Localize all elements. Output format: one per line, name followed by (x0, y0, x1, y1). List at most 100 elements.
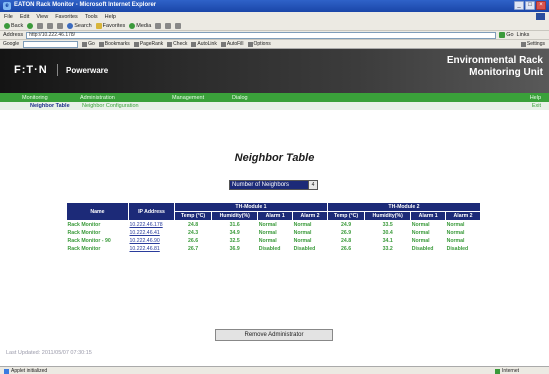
subnav-neighbor-configuration[interactable]: Neighbor Configuration (82, 103, 139, 109)
product-title: Environmental Rack Monitoring Unit (447, 55, 543, 79)
cell-alarm1-1: Normal (258, 221, 277, 228)
cell-alarm2-1: Normal (293, 221, 312, 228)
status-zone: Internet (495, 368, 519, 374)
cell-temp-2: 26.6 (341, 245, 352, 252)
menu-file[interactable]: File (4, 14, 13, 20)
google-label: Google (3, 41, 20, 47)
status-bar: Applet initialized Internet (0, 366, 549, 374)
nav-administration[interactable]: Administration (80, 95, 115, 101)
settings-icon (520, 41, 526, 47)
nav-help[interactable]: Help (530, 95, 541, 101)
print-button[interactable] (175, 22, 182, 29)
page-title: Neighbor Table (234, 152, 315, 164)
col-temp-2: Temp (°C) (326, 211, 366, 221)
col-humidity-1: Humidity(%) (211, 211, 259, 221)
cell-alarm2-2: Normal (446, 229, 465, 236)
col-alarm1-2: Alarm 1 (410, 211, 447, 221)
back-button[interactable]: Back (4, 22, 23, 29)
cell-ip-link[interactable]: 10.222.46.81 (129, 245, 175, 253)
col-humidity-2: Humidity(%) (364, 211, 412, 221)
cell-alarm1-2: Normal (411, 221, 430, 228)
go-button[interactable]: Go (499, 32, 514, 38)
spellcheck-icon (167, 41, 173, 47)
bookmark-icon (98, 41, 104, 47)
google-go-button[interactable]: Go (82, 41, 95, 47)
table-row: Rack Monitor - 90 10.222.46.90 26.6 32.5… (67, 237, 481, 245)
nav-dialog[interactable]: Dialog (232, 95, 248, 101)
pagerank-button[interactable]: PageRank (133, 41, 163, 47)
table-row: Rack Monitor 10.222.46.81 26.7 36.9 Disa… (67, 245, 481, 253)
favorites-button[interactable]: Favorites (95, 22, 126, 29)
check-button[interactable]: Check (167, 41, 187, 47)
subnav-neighbor-table[interactable]: Neighbor Table (30, 103, 70, 109)
mail-button[interactable] (165, 22, 172, 29)
cell-alarm2-2: Normal (446, 237, 465, 244)
cell-ip-link[interactable]: 10.222.46.178 (129, 221, 175, 229)
subnav-exit[interactable]: Exit (532, 103, 541, 109)
cell-humidity-2: 33.2 (382, 245, 393, 252)
product-title-line2: Monitoring Unit (469, 67, 543, 78)
options-button[interactable]: Options (247, 41, 271, 47)
nav-monitoring[interactable]: Monitoring (22, 95, 48, 101)
cell-ip-link[interactable]: 10.222.46.90 (129, 237, 175, 245)
menu-favorites[interactable]: Favorites (55, 14, 78, 20)
close-button[interactable]: × (536, 1, 546, 10)
cell-humidity-1: 32.5 (229, 237, 240, 244)
autofill-button[interactable]: AutoFill (220, 41, 244, 47)
go-label: Go (506, 32, 514, 38)
cell-ip-link[interactable]: 10.222.46.41 (129, 229, 175, 237)
cell-humidity-2: 33.5 (382, 221, 393, 228)
bookmarks-button[interactable]: Bookmarks (98, 41, 130, 47)
history-icon (155, 22, 162, 29)
minimize-button[interactable]: _ (514, 1, 524, 10)
remove-administrator-button[interactable]: Remove Administrator (215, 329, 333, 341)
search-button[interactable]: Search (67, 22, 92, 29)
col-ip-address: IP Address (128, 202, 175, 221)
address-input[interactable]: http://10.222.46.178/ (26, 31, 497, 39)
col-alarm2-1: Alarm 2 (292, 211, 328, 221)
zone-text: Internet (502, 368, 519, 374)
address-label: Address (3, 32, 24, 38)
autolink-button[interactable]: AutoLink (191, 41, 217, 47)
cell-humidity-2: 30.4 (382, 229, 393, 236)
cell-alarm1-2: Normal (411, 229, 430, 236)
home-button[interactable] (57, 22, 64, 29)
cell-alarm1-2: Disabled (411, 245, 434, 252)
links-label[interactable]: Links (517, 32, 530, 38)
maximize-button[interactable]: □ (525, 1, 535, 10)
google-search-input[interactable] (23, 40, 79, 48)
windows-flag-icon (536, 13, 545, 20)
menu-bar: File Edit View Favorites Tools Help (0, 12, 549, 21)
table-row: Rack Monitor 10.222.46.178 24.8 31.6 Nor… (67, 221, 481, 229)
logo-separator (57, 64, 58, 76)
settings-button[interactable]: Settings (520, 41, 545, 47)
col-th-module-1: TH-Module 1 (174, 202, 328, 212)
media-button[interactable]: Media (129, 22, 151, 29)
neighbors-count-label: Number of Neighbors (232, 182, 290, 188)
address-bar: Address http://10.222.46.178/ Go Links (0, 31, 549, 40)
menu-help[interactable]: Help (105, 14, 116, 20)
go-icon (82, 41, 88, 47)
refresh-button[interactable] (47, 22, 54, 29)
menu-view[interactable]: View (36, 14, 48, 20)
nav-management[interactable]: Management (172, 95, 204, 101)
stop-button[interactable] (37, 22, 44, 29)
print-icon (175, 22, 182, 29)
history-button[interactable] (155, 22, 162, 29)
go-arrow-icon (499, 32, 506, 38)
neighbors-count-select[interactable]: Number of Neighbors 4 (229, 180, 318, 190)
favorites-label: Favorites (102, 22, 126, 29)
autofill-icon (220, 41, 226, 47)
table-row: Rack Monitor 10.222.46.41 24.3 34.9 Norm… (67, 229, 481, 237)
cell-temp-2: 26.9 (341, 229, 352, 236)
cell-temp-1: 26.7 (188, 245, 199, 252)
menu-edit[interactable]: Edit (20, 14, 29, 20)
forward-button[interactable] (27, 22, 34, 29)
cell-temp-1: 24.8 (188, 221, 199, 228)
cell-alarm2-2: Normal (446, 221, 465, 228)
menu-tools[interactable]: Tools (85, 14, 98, 20)
page-status-icon (4, 368, 9, 374)
cell-name: Rack Monitor (67, 229, 101, 236)
product-title-line1: Environmental Rack (446, 55, 543, 66)
ie-icon: e (3, 2, 11, 10)
